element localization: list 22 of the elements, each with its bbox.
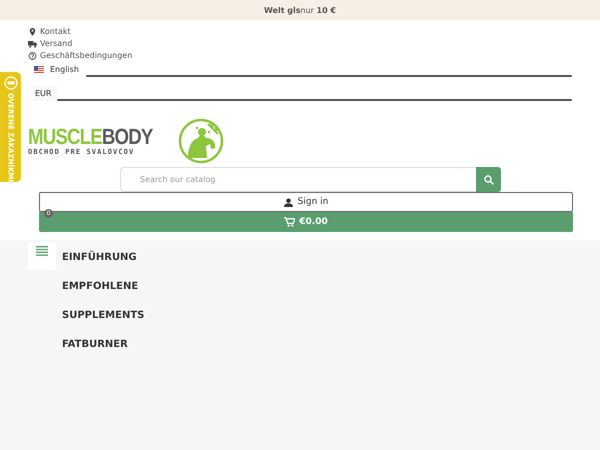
search-icon: [484, 174, 494, 184]
promo-text: Welt glsnur 10 €: [264, 6, 336, 14]
cart-icon: [284, 217, 296, 227]
search-field[interactable]: Search our catalog: [120, 167, 476, 192]
truck-icon: [28, 40, 37, 48]
pin-icon: [28, 28, 37, 36]
search-button[interactable]: [476, 167, 501, 192]
header-link[interactable]: Geschäftsbedingungen: [28, 50, 132, 61]
header-link[interactable]: Kontakt: [28, 26, 71, 37]
menu-item[interactable]: SUPPLEMENTS: [62, 309, 144, 323]
help-icon: [28, 52, 37, 60]
menu-button[interactable]: [28, 242, 56, 270]
menu-item[interactable]: EINFÜHRUNG: [62, 251, 144, 265]
menu-icon: [36, 246, 48, 256]
header-link[interactable]: Versand: [28, 38, 72, 49]
logo-wordmark: MUSCLEBODY: [28, 126, 152, 148]
flag-icon: [34, 66, 44, 73]
sign-in-button[interactable]: Sign in: [39, 192, 573, 212]
menu-item[interactable]: FATBURNER: [62, 338, 144, 352]
menu-item[interactable]: EMPFOHLENE: [62, 280, 144, 294]
user-icon: [284, 198, 293, 206]
currency-select[interactable]: EUR: [33, 86, 58, 101]
